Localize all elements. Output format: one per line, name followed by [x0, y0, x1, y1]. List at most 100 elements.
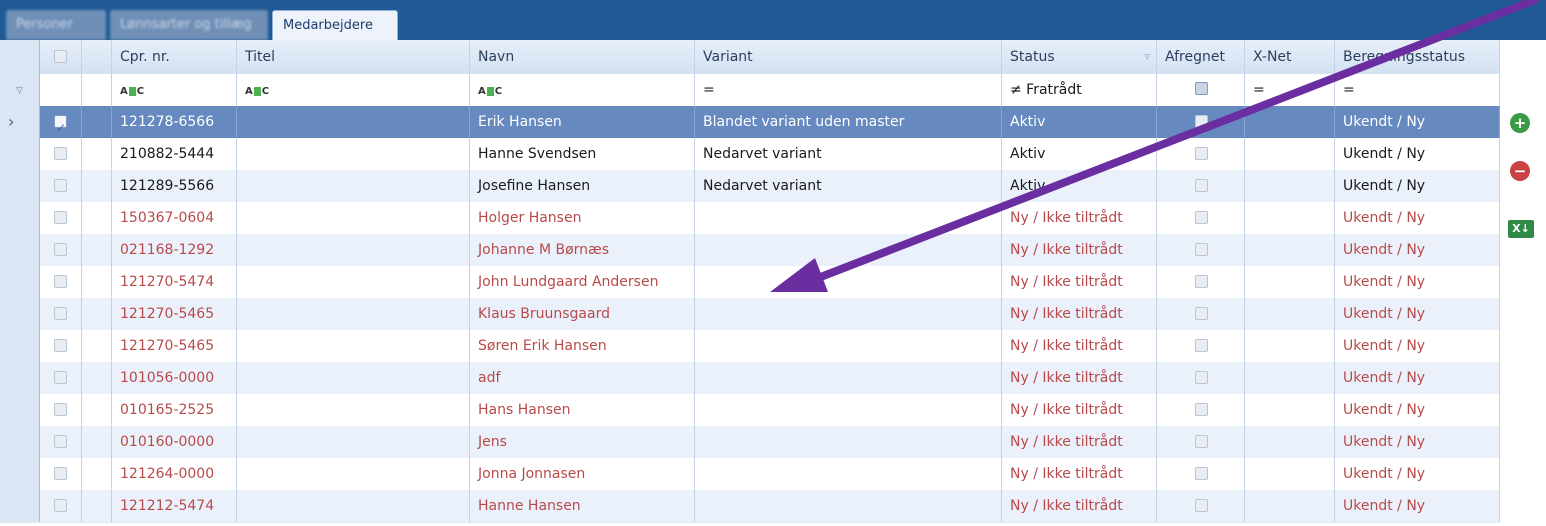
cell-status[interactable]: Ny / Ikke tiltrådt [1002, 362, 1157, 394]
cell-beregningsstatus[interactable]: Ukendt / Ny [1335, 170, 1500, 202]
afregnet-checkbox[interactable] [1195, 371, 1208, 384]
cell-navn[interactable]: Johanne M Børnæs [470, 234, 695, 266]
cell-cpr[interactable]: 121289-5566 [112, 170, 237, 202]
cell-afregnet[interactable] [1157, 458, 1245, 490]
afregnet-checkbox[interactable] [1195, 243, 1208, 256]
cell-afregnet[interactable] [1157, 330, 1245, 362]
cell-beregningsstatus[interactable]: Ukendt / Ny [1335, 234, 1500, 266]
cell-cpr[interactable]: 121270-5465 [112, 330, 237, 362]
cell-status[interactable]: Ny / Ikke tiltrådt [1002, 394, 1157, 426]
cell-variant[interactable] [695, 394, 1002, 426]
header-variant[interactable]: Variant [695, 40, 1002, 74]
cell-navn[interactable]: Jonna Jonnasen [470, 458, 695, 490]
table-row[interactable]: 121270-5465 Søren Erik Hansen Ny / Ikke ti… [0, 330, 1500, 363]
filter-xnet[interactable]: = [1245, 74, 1335, 106]
cell-variant[interactable] [695, 362, 1002, 394]
filter-afregnet[interactable] [1157, 74, 1245, 106]
row-indicator[interactable] [0, 266, 40, 298]
cell-xnet[interactable] [1245, 490, 1335, 522]
cell-titel[interactable] [237, 394, 470, 426]
cell-variant[interactable] [695, 234, 1002, 266]
table-row[interactable]: 010160-0000 Jens Ny / Ikke tiltrådt Ukendt … [0, 426, 1500, 459]
table-row[interactable]: 150367-0604 Holger Hansen Ny / Ikke tiltrå… [0, 202, 1500, 235]
row-checkbox[interactable] [54, 499, 67, 512]
cell-afregnet[interactable] [1157, 170, 1245, 202]
cell-titel[interactable] [237, 138, 470, 170]
tab-loenarter[interactable]: Lønnsarter og tillæg [110, 10, 268, 40]
cell-beregningsstatus[interactable]: Ukendt / Ny [1335, 202, 1500, 234]
filter-funnel-icon[interactable]: ▿ [1144, 40, 1150, 74]
cell-cpr[interactable]: 121270-5465 [112, 298, 237, 330]
afregnet-checkbox[interactable] [1195, 147, 1208, 160]
cell-titel[interactable] [237, 330, 470, 362]
table-row[interactable]: 101056-0000 adf Ny / Ikke tiltrådt Ukendt /… [0, 362, 1500, 395]
cell-beregningsstatus[interactable]: Ukendt / Ny [1335, 266, 1500, 298]
cell-navn[interactable]: Hanne Hansen [470, 490, 695, 522]
afregnet-checkbox[interactable] [1195, 339, 1208, 352]
row-indicator[interactable] [0, 426, 40, 458]
cell-afregnet[interactable] [1157, 266, 1245, 298]
row-checkbox[interactable] [54, 403, 67, 416]
row-select-cell[interactable] [40, 202, 82, 234]
row-checkbox[interactable] [54, 211, 67, 224]
row-select-cell[interactable] [40, 362, 82, 394]
cell-xnet[interactable] [1245, 234, 1335, 266]
tab-personer[interactable]: Personer [6, 10, 106, 40]
cell-cpr[interactable]: 121212-5474 [112, 490, 237, 522]
cell-titel[interactable] [237, 458, 470, 490]
row-checkbox[interactable] [54, 371, 67, 384]
cell-variant[interactable] [695, 458, 1002, 490]
cell-xnet[interactable] [1245, 458, 1335, 490]
cell-xnet[interactable] [1245, 298, 1335, 330]
cell-afregnet[interactable] [1157, 298, 1245, 330]
cell-navn[interactable]: Søren Erik Hansen [470, 330, 695, 362]
cell-cpr[interactable]: 121264-0000 [112, 458, 237, 490]
row-select-cell[interactable] [40, 234, 82, 266]
cell-cpr[interactable]: 101056-0000 [112, 362, 237, 394]
tab-medarbejdere[interactable]: Medarbejdere [272, 10, 398, 40]
row-checkbox[interactable] [54, 435, 67, 448]
row-select-cell[interactable] [40, 298, 82, 330]
cell-variant[interactable] [695, 298, 1002, 330]
header-xnet[interactable]: X-Net [1245, 40, 1335, 74]
row-indicator[interactable] [0, 138, 40, 170]
cell-beregningsstatus[interactable]: Ukendt / Ny [1335, 362, 1500, 394]
row-checkbox[interactable] [54, 112, 67, 138]
cell-status[interactable]: Ny / Ikke tiltrådt [1002, 298, 1157, 330]
cell-afregnet[interactable] [1157, 234, 1245, 266]
row-select-cell[interactable] [40, 394, 82, 426]
row-checkbox[interactable] [54, 467, 67, 480]
filter-navn[interactable]: AC [470, 74, 695, 106]
cell-cpr[interactable]: 121278-6566 [112, 106, 237, 138]
excel-export-icon[interactable]: X↓ [1508, 220, 1534, 238]
cell-xnet[interactable] [1245, 362, 1335, 394]
cell-beregningsstatus[interactable]: Ukendt / Ny [1335, 106, 1500, 138]
row-select-cell[interactable] [40, 490, 82, 522]
header-afregnet[interactable]: Afregnet [1157, 40, 1245, 74]
table-row[interactable]: › 121278-6566 Erik HansenBlandet variant u… [0, 106, 1500, 139]
cell-xnet[interactable] [1245, 202, 1335, 234]
cell-cpr[interactable]: 021168-1292 [112, 234, 237, 266]
filter-titel[interactable]: AC [237, 74, 470, 106]
cell-cpr[interactable]: 210882-5444 [112, 138, 237, 170]
row-indicator[interactable] [0, 170, 40, 202]
cell-status[interactable]: Ny / Ikke tiltrådt [1002, 458, 1157, 490]
cell-afregnet[interactable] [1157, 426, 1245, 458]
table-row[interactable]: 210882-5444 Hanne Svendsen Nedarvet varian… [0, 138, 1500, 171]
cell-navn[interactable]: adf [470, 362, 695, 394]
row-select-cell[interactable] [40, 426, 82, 458]
cell-titel[interactable] [237, 362, 470, 394]
cell-xnet[interactable] [1245, 106, 1335, 138]
afregnet-checkbox[interactable] [1195, 307, 1208, 320]
table-row[interactable]: 121289-5566 Josefine Hansen Nedarvet varia… [0, 170, 1500, 203]
cell-status[interactable]: Aktiv [1002, 170, 1157, 202]
cell-status[interactable]: Ny / Ikke tiltrådt [1002, 234, 1157, 266]
cell-status[interactable]: Ny / Ikke tiltrådt [1002, 202, 1157, 234]
cell-variant[interactable] [695, 490, 1002, 522]
cell-afregnet[interactable] [1157, 138, 1245, 170]
cell-cpr[interactable]: 010165-2525 [112, 394, 237, 426]
row-select-cell[interactable] [40, 106, 82, 138]
header-cpr[interactable]: Cpr. nr. [112, 40, 237, 74]
table-row[interactable]: 010165-2525 Hans Hansen Ny / Ikke tiltrådt… [0, 394, 1500, 427]
row-indicator[interactable] [0, 394, 40, 426]
